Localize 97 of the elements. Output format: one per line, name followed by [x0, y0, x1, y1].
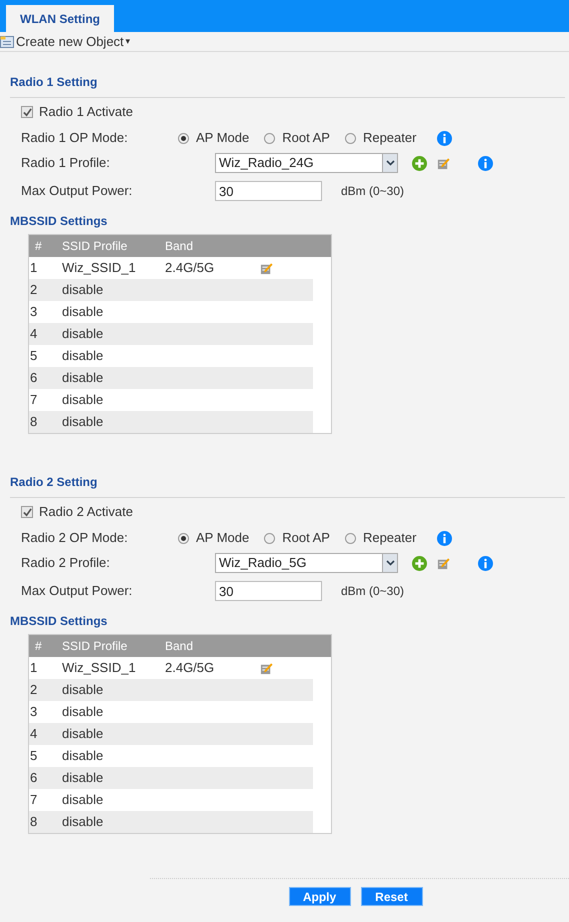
- radio-button[interactable]: [264, 532, 276, 544]
- table-cell-text: 4: [29, 325, 38, 344]
- table-cell-text: disable: [62, 681, 104, 700]
- table-row[interactable]: 8 disable: [29, 411, 313, 433]
- add-icon[interactable]: [412, 156, 427, 170]
- profile-select[interactable]: Wiz_Radio_24G: [215, 153, 398, 173]
- table-cell-text: disable: [62, 769, 104, 788]
- info-icon[interactable]: [478, 556, 493, 570]
- radio-button[interactable]: [178, 532, 189, 544]
- section-title: Radio 1 Setting: [10, 75, 98, 89]
- table-cell-text: Wiz_SSID_1: [62, 659, 137, 678]
- table-cell-text: disable: [62, 813, 104, 832]
- column-header: #: [34, 238, 43, 255]
- mbssid-title: MBSSID Settings: [10, 613, 108, 630]
- radio-label: Root AP: [282, 529, 330, 548]
- column-header: Band: [165, 638, 194, 655]
- field-label: Radio 1 Profile:: [21, 154, 111, 172]
- table-cell-text: 1: [29, 659, 38, 678]
- field-label: Max Output Power:: [21, 582, 134, 600]
- caret-icon: [386, 160, 394, 166]
- table-cell-text: disable: [62, 281, 104, 300]
- info-icon[interactable]: [437, 530, 452, 546]
- info-icon[interactable]: [437, 130, 452, 146]
- table-cell-text: 7: [29, 391, 38, 410]
- table-cell-text: disable: [62, 347, 104, 366]
- radio-label: AP Mode: [196, 529, 250, 548]
- unit-label: dBm (0~30): [341, 183, 404, 200]
- info-icon[interactable]: [478, 156, 493, 170]
- table-row[interactable]: 4 disable: [29, 323, 313, 345]
- table-cell-text: disable: [62, 369, 104, 388]
- radio-button[interactable]: [264, 132, 276, 144]
- radio-label: Repeater: [362, 529, 416, 548]
- radio-label: Root AP: [282, 129, 330, 148]
- section-title: Radio 2 Setting: [10, 475, 98, 489]
- field-label: Max Output Power:: [21, 182, 134, 200]
- table-row[interactable]: 4 disable: [29, 723, 313, 745]
- activate-checkbox[interactable]: [21, 506, 33, 518]
- add-icon[interactable]: [412, 556, 427, 570]
- table-cell-text: 6: [29, 369, 38, 388]
- field-label: Radio 2 OP Mode:: [21, 529, 129, 548]
- table-cell-text: 3: [29, 303, 38, 322]
- column-header: Band: [165, 238, 194, 255]
- radio-button[interactable]: [178, 132, 189, 144]
- field-label: Radio 2 Profile:: [21, 554, 111, 572]
- table-cell-text: 8: [29, 413, 38, 432]
- column-header: SSID Profile: [62, 638, 128, 655]
- table-cell-text: 1: [29, 259, 38, 278]
- edit-icon[interactable]: [260, 262, 273, 274]
- table-cell-text: 6: [29, 769, 38, 788]
- unit-label: dBm (0~30): [341, 583, 404, 600]
- table-cell-text: 4: [29, 725, 38, 744]
- table-row[interactable]: 6 disable: [29, 367, 313, 389]
- table-cell-text: disable: [62, 391, 104, 410]
- radio-label: Repeater: [362, 129, 416, 148]
- edit-icon[interactable]: [437, 556, 450, 570]
- table-cell-text: disable: [62, 703, 104, 722]
- table-cell-text: disable: [62, 725, 104, 744]
- table-cell-text: 2: [29, 281, 38, 300]
- object-icon: [0, 36, 14, 48]
- column-header: SSID Profile: [62, 238, 128, 255]
- power-field[interactable]: 30: [215, 581, 322, 601]
- activate-label: Radio 2 Activate: [39, 503, 133, 522]
- table-cell-text: 5: [29, 347, 38, 366]
- power-field[interactable]: 30: [215, 181, 322, 201]
- table-row[interactable]: 2 disable: [29, 279, 313, 301]
- table-row[interactable]: 8 disable: [29, 811, 313, 833]
- radio-button[interactable]: [344, 132, 356, 144]
- table-cell-text: disable: [62, 747, 104, 766]
- table-cell-text: 3: [29, 703, 38, 722]
- table-cell: 2.4G/5G: [165, 660, 214, 676]
- action-button[interactable]: Apply: [288, 887, 350, 906]
- table-row[interactable]: 2 disable: [29, 679, 313, 701]
- table-row[interactable]: 6 disable: [29, 767, 313, 789]
- edit-icon[interactable]: [260, 662, 273, 674]
- mbssid-title: MBSSID Settings: [10, 213, 108, 230]
- activate-checkbox[interactable]: [21, 106, 33, 118]
- table-cell-text: 2: [29, 681, 38, 700]
- profile-select[interactable]: Wiz_Radio_5G: [215, 553, 398, 573]
- caret-icon: [386, 560, 394, 566]
- table-cell-text: 7: [29, 791, 38, 810]
- radio-button[interactable]: [344, 532, 356, 544]
- radio-label: AP Mode: [196, 129, 250, 148]
- table-cell-text: 8: [29, 813, 38, 832]
- tab[interactable]: WLAN Setting: [6, 5, 114, 32]
- action-button[interactable]: Reset: [360, 887, 422, 906]
- table-cell-text: disable: [62, 325, 104, 344]
- create-object-button[interactable]: Create new Object▾: [0, 32, 131, 52]
- table-cell-text: disable: [62, 791, 104, 810]
- field-label: Radio 1 OP Mode:: [21, 129, 129, 148]
- edit-icon[interactable]: [437, 156, 450, 170]
- table-cell-text: disable: [62, 413, 104, 432]
- table-cell-text: Wiz_SSID_1: [62, 259, 137, 278]
- table-cell-text: 5: [29, 747, 38, 766]
- column-header: #: [34, 638, 43, 655]
- table-cell-text: disable: [62, 303, 104, 322]
- activate-label: Radio 1 Activate: [39, 103, 133, 122]
- table-cell: 2.4G/5G: [165, 260, 214, 276]
